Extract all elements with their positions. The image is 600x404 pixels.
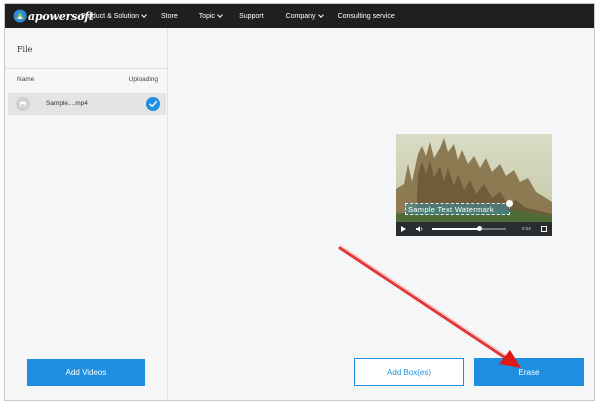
watermark-selection-box[interactable]: Sample Text Watermark xyxy=(405,200,513,215)
video-thumbnail-icon xyxy=(16,97,30,111)
app-window: apowersoft Product & Solution Store Topi… xyxy=(4,3,595,401)
file-panel: File Name Uploading Sample....mp4 Add Vi… xyxy=(5,28,168,400)
nav-product-solution[interactable]: Product & Solution xyxy=(81,12,147,20)
column-header-name: Name xyxy=(17,76,35,83)
nav-topic[interactable]: Topic xyxy=(198,12,223,20)
file-list-item[interactable]: Sample....mp4 xyxy=(8,93,166,115)
top-navigation-bar: apowersoft Product & Solution Store Topi… xyxy=(5,4,594,28)
logo-icon xyxy=(13,9,27,23)
upload-complete-check-icon xyxy=(146,97,160,111)
play-icon[interactable] xyxy=(401,226,406,232)
progress-fill xyxy=(432,228,479,230)
nav-label: Topic xyxy=(198,12,216,20)
main-nav: Product & Solution Store Topic Support C… xyxy=(81,4,395,28)
divider xyxy=(5,68,168,69)
video-time: 0:24 xyxy=(522,226,531,231)
erase-button[interactable]: Erase xyxy=(474,358,584,386)
video-preview[interactable]: Sample Text Watermark 0:24 xyxy=(396,134,552,236)
progress-handle[interactable] xyxy=(476,226,482,231)
chevron-down-icon xyxy=(217,12,223,18)
nav-label: Product & Solution xyxy=(81,12,139,20)
nav-label: Company xyxy=(285,12,316,20)
nav-support[interactable]: Support xyxy=(239,13,264,20)
chevron-down-icon xyxy=(317,12,324,18)
nav-company[interactable]: Company xyxy=(285,12,324,20)
nav-consulting-service[interactable]: Consulting service xyxy=(338,13,395,20)
nav-label: Store xyxy=(160,12,178,20)
column-header-uploading: Uploading xyxy=(128,76,158,83)
fullscreen-icon[interactable] xyxy=(541,226,547,232)
add-boxes-button[interactable]: Add Box(es) xyxy=(354,358,464,386)
file-name: Sample....mp4 xyxy=(46,100,88,107)
watermark-text: Sample Text Watermark xyxy=(408,205,494,214)
chevron-down-icon xyxy=(141,12,147,18)
volume-icon[interactable] xyxy=(416,226,424,232)
video-controls: 0:24 xyxy=(396,222,552,236)
nav-label: Consulting service xyxy=(337,12,395,20)
close-icon[interactable] xyxy=(506,200,513,212)
nav-store[interactable]: Store xyxy=(161,13,178,20)
add-videos-button[interactable]: Add Videos xyxy=(27,359,145,386)
video-progress-bar[interactable] xyxy=(432,226,506,231)
panel-title: File xyxy=(17,45,33,54)
nav-label: Support xyxy=(239,12,264,20)
